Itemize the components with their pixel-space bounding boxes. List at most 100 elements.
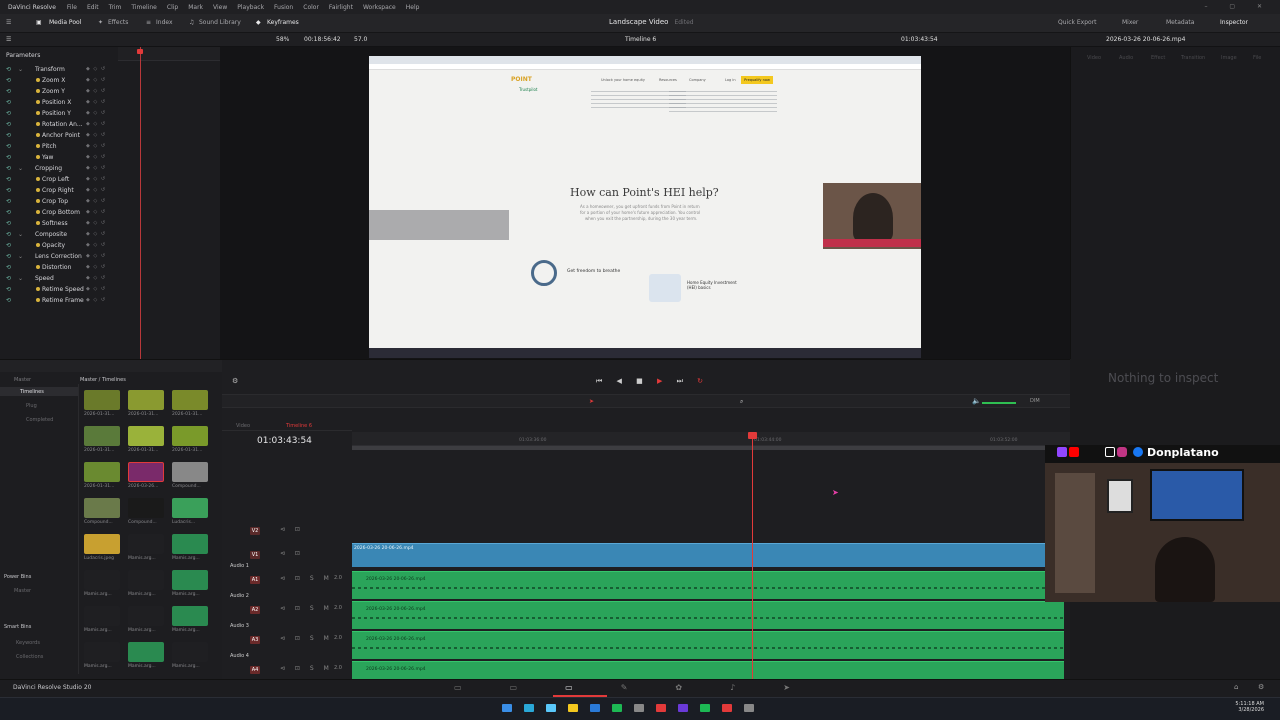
taskbar-app-icon[interactable] bbox=[700, 704, 710, 712]
clip-thumbnail[interactable] bbox=[172, 462, 208, 482]
clip-thumbnail[interactable] bbox=[84, 642, 120, 662]
power-bins-master[interactable]: Master bbox=[14, 588, 31, 594]
keyframe-controls[interactable]: ◆ ◇ ↺ bbox=[86, 88, 106, 94]
curve-icon[interactable]: ⟲ bbox=[6, 253, 11, 260]
clip-thumbnail[interactable] bbox=[128, 606, 164, 626]
inspector-tab-transition[interactable]: Transition bbox=[1181, 55, 1205, 61]
keyframe-controls[interactable]: ◆ ◇ ↺ bbox=[86, 110, 106, 116]
layout-icon[interactable]: ☰ bbox=[6, 19, 11, 26]
expand-icon[interactable]: ⌄ bbox=[18, 253, 23, 260]
video-track-tab[interactable]: Video bbox=[236, 423, 250, 429]
track-controls[interactable]: ⊲ ⊡ S M bbox=[280, 635, 333, 642]
taskbar-app-icon[interactable] bbox=[502, 704, 512, 712]
viewer-frame[interactable]: POINT Unlock your home equity Resources … bbox=[369, 56, 921, 358]
track-controls[interactable]: ⊲ ⊡ bbox=[280, 526, 304, 533]
keyframe-ruler[interactable] bbox=[118, 47, 220, 61]
keyframe-controls[interactable]: ◆ ◇ ↺ bbox=[86, 253, 106, 259]
sound-library-button[interactable]: Sound Library bbox=[199, 19, 241, 26]
keyframe-controls[interactable]: ◆ ◇ ↺ bbox=[86, 209, 106, 215]
curve-icon[interactable]: ⟲ bbox=[6, 275, 11, 282]
inspector-tab-file[interactable]: File bbox=[1253, 55, 1261, 61]
project-settings-icon[interactable]: ⚙ bbox=[1258, 683, 1264, 691]
inspector-tab-effect[interactable]: Effect bbox=[1151, 55, 1165, 61]
keyframe-controls[interactable]: ◆ ◇ ↺ bbox=[86, 143, 106, 149]
clip-thumbnail[interactable] bbox=[128, 498, 164, 518]
clip-thumbnail[interactable] bbox=[84, 570, 120, 590]
menu-timeline[interactable]: Timeline bbox=[126, 4, 162, 11]
curve-icon[interactable]: ⟲ bbox=[6, 198, 11, 205]
keyframe-controls[interactable]: ◆ ◇ ↺ bbox=[86, 176, 106, 182]
param-row[interactable]: ⟲ Retime Speed ◆ ◇ ↺ bbox=[0, 284, 115, 295]
bin-plug[interactable]: Plug bbox=[26, 403, 37, 409]
curve-icon[interactable]: ⟲ bbox=[6, 220, 11, 227]
keyframe-controls[interactable]: ◆ ◇ ↺ bbox=[86, 264, 106, 270]
track-controls[interactable]: ⊲ ⊡ S M bbox=[280, 605, 333, 612]
track-id[interactable]: V2 bbox=[250, 527, 260, 535]
param-row[interactable]: ⟲ ⌄ Cropping ◆ ◇ ↺ bbox=[0, 163, 115, 174]
clip-thumbnail[interactable] bbox=[172, 642, 208, 662]
param-row[interactable]: ⟲ Retime Frame ◆ ◇ ↺ bbox=[0, 295, 115, 306]
curve-icon[interactable]: ⟲ bbox=[6, 264, 11, 271]
curve-icon[interactable]: ⟲ bbox=[6, 165, 11, 172]
inspector-button[interactable]: Inspector bbox=[1220, 19, 1248, 26]
taskbar-app-icon[interactable] bbox=[524, 704, 534, 712]
menu-trim[interactable]: Trim bbox=[104, 4, 127, 11]
mixer-button[interactable]: Mixer bbox=[1122, 19, 1138, 26]
menu-mark[interactable]: Mark bbox=[183, 4, 208, 11]
keyframe-controls[interactable]: ◆ ◇ ↺ bbox=[86, 198, 106, 204]
keyframes-button[interactable]: Keyframes bbox=[267, 19, 299, 26]
clip-thumbnail[interactable] bbox=[84, 606, 120, 626]
param-row[interactable]: ⟲ Anchor Point ◆ ◇ ↺ bbox=[0, 130, 115, 141]
track-id[interactable]: A2 bbox=[250, 606, 260, 614]
clip-thumbnail[interactable] bbox=[128, 426, 164, 446]
keyframe-controls[interactable]: ◆ ◇ ↺ bbox=[86, 220, 106, 226]
clip-thumbnail[interactable] bbox=[84, 426, 120, 446]
effects-button[interactable]: Effects bbox=[108, 19, 128, 26]
param-row[interactable]: ⟲ Position Y ◆ ◇ ↺ bbox=[0, 108, 115, 119]
timeline-name[interactable]: Timeline 6 bbox=[625, 36, 656, 43]
zoom-tool-icon[interactable]: ⌕ bbox=[740, 398, 743, 406]
param-row[interactable]: ⟲ Rotation An... ◆ ◇ ↺ bbox=[0, 119, 115, 130]
timeline-ruler[interactable] bbox=[352, 432, 1070, 446]
param-row[interactable]: ⟲ Pitch ◆ ◇ ↺ bbox=[0, 141, 115, 152]
curve-icon[interactable]: ⟲ bbox=[6, 286, 11, 293]
expand-icon[interactable]: ⌄ bbox=[18, 231, 23, 238]
track-id[interactable]: A4 bbox=[250, 666, 260, 674]
clip-thumbnail[interactable] bbox=[172, 606, 208, 626]
clip-thumbnail[interactable] bbox=[128, 534, 164, 554]
keyframe-controls[interactable]: ◆ ◇ ↺ bbox=[86, 286, 106, 292]
menu-clip[interactable]: Clip bbox=[162, 4, 183, 11]
audio-clip-a2[interactable]: 2026-03-26 20-06-26.mp4 bbox=[352, 601, 1064, 629]
zoom-level[interactable]: 58% bbox=[276, 36, 289, 43]
smart-bins-collections[interactable]: Collections bbox=[16, 654, 43, 660]
menu-help[interactable]: Help bbox=[401, 4, 425, 11]
clip-thumbnail[interactable] bbox=[172, 498, 208, 518]
clip-thumbnail[interactable] bbox=[128, 570, 164, 590]
clip-thumbnail[interactable] bbox=[128, 462, 164, 482]
param-row[interactable]: ⟲ Zoom Y ◆ ◇ ↺ bbox=[0, 86, 115, 97]
bin-completed[interactable]: Completed bbox=[26, 417, 53, 423]
keyframe-controls[interactable]: ◆ ◇ ↺ bbox=[86, 77, 106, 83]
window-controls[interactable]: – ▢ ✕ bbox=[1204, 3, 1272, 10]
clip-thumbnail[interactable] bbox=[172, 570, 208, 590]
param-row[interactable]: ⟲ Crop Left ◆ ◇ ↺ bbox=[0, 174, 115, 185]
menu-fairlight[interactable]: Fairlight bbox=[324, 4, 358, 11]
curve-icon[interactable]: ⟲ bbox=[6, 231, 11, 238]
page-tabs[interactable]: ▭▭▭✎✿♪➤ bbox=[454, 683, 838, 692]
keyframe-controls[interactable]: ◆ ◇ ↺ bbox=[86, 132, 106, 138]
timeline-playhead[interactable] bbox=[752, 432, 753, 680]
curve-icon[interactable]: ⟲ bbox=[6, 209, 11, 216]
curve-icon[interactable]: ⟲ bbox=[6, 242, 11, 249]
clip-thumbnail[interactable] bbox=[84, 462, 120, 482]
keyframe-playhead-handle[interactable] bbox=[137, 49, 143, 54]
taskbar-app-icon[interactable] bbox=[568, 704, 578, 712]
curve-icon[interactable]: ⟲ bbox=[6, 187, 11, 194]
volume-slider[interactable] bbox=[982, 402, 1016, 404]
video-clip[interactable]: 2026-03-26 20-06-26.mp4 bbox=[352, 543, 1045, 567]
playhead-handle[interactable] bbox=[748, 432, 757, 439]
keyframe-controls[interactable]: ◆ ◇ ↺ bbox=[86, 242, 106, 248]
expand-icon[interactable]: ⌄ bbox=[18, 165, 23, 172]
taskbar-clock[interactable]: 5:11:18 AM 3/28/2026 bbox=[1228, 701, 1264, 713]
home-icon[interactable]: ⌂ bbox=[1234, 683, 1238, 691]
param-row[interactable]: ⟲ Position X ◆ ◇ ↺ bbox=[0, 97, 115, 108]
